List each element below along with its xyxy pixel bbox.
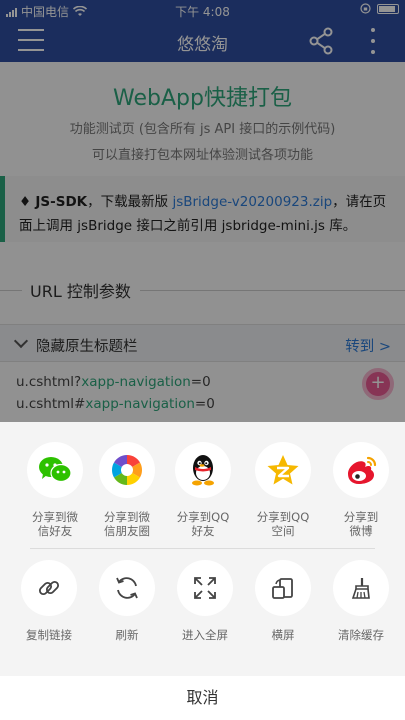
qq-icon — [175, 442, 231, 498]
weibo-icon — [333, 442, 389, 498]
link-icon — [21, 560, 77, 616]
action-label: 复制链接 — [26, 628, 72, 642]
qzone-icon — [255, 442, 311, 498]
share-label: 分享到QQ 好友 — [176, 510, 230, 538]
moments-icon — [99, 442, 155, 498]
sheet-divider — [30, 548, 375, 549]
action-label: 进入全屏 — [182, 628, 228, 642]
share-weibo-button[interactable]: 分享到 微博 — [322, 442, 400, 538]
action-label: 刷新 — [115, 628, 139, 642]
refresh-button[interactable]: 刷新 — [88, 560, 166, 642]
share-moments-button[interactable]: 分享到微 信朋友圈 — [88, 442, 166, 538]
share-label: 分享到微 信朋友圈 — [104, 510, 150, 538]
copy-link-button[interactable]: 复制链接 — [10, 560, 88, 642]
refresh-icon — [99, 560, 155, 616]
fullscreen-icon — [177, 560, 233, 616]
share-label: 分享到微 信好友 — [32, 510, 78, 538]
rotate-icon — [255, 560, 311, 616]
action-label: 横屏 — [271, 628, 295, 642]
wechat-icon — [27, 442, 83, 498]
share-wechat-button[interactable]: 分享到微 信好友 — [16, 442, 94, 538]
action-label: 清除缓存 — [338, 628, 384, 642]
share-label: 分享到 微博 — [343, 510, 379, 538]
share-label: 分享到QQ 空间 — [256, 510, 310, 538]
broom-icon — [333, 560, 389, 616]
clear-cache-button[interactable]: 清除缓存 — [322, 560, 400, 642]
share-qzone-button[interactable]: 分享到QQ 空间 — [244, 442, 322, 538]
fullscreen-button[interactable]: 进入全屏 — [166, 560, 244, 642]
cancel-button[interactable]: 取消 — [0, 676, 405, 720]
share-qq-button[interactable]: 分享到QQ 好友 — [164, 442, 242, 538]
landscape-button[interactable]: 横屏 — [244, 560, 322, 642]
share-sheet: 分享到微 信好友 分享到微 信朋友圈 分享到QQ 好友 分享到QQ 空间 分享到… — [0, 422, 405, 720]
